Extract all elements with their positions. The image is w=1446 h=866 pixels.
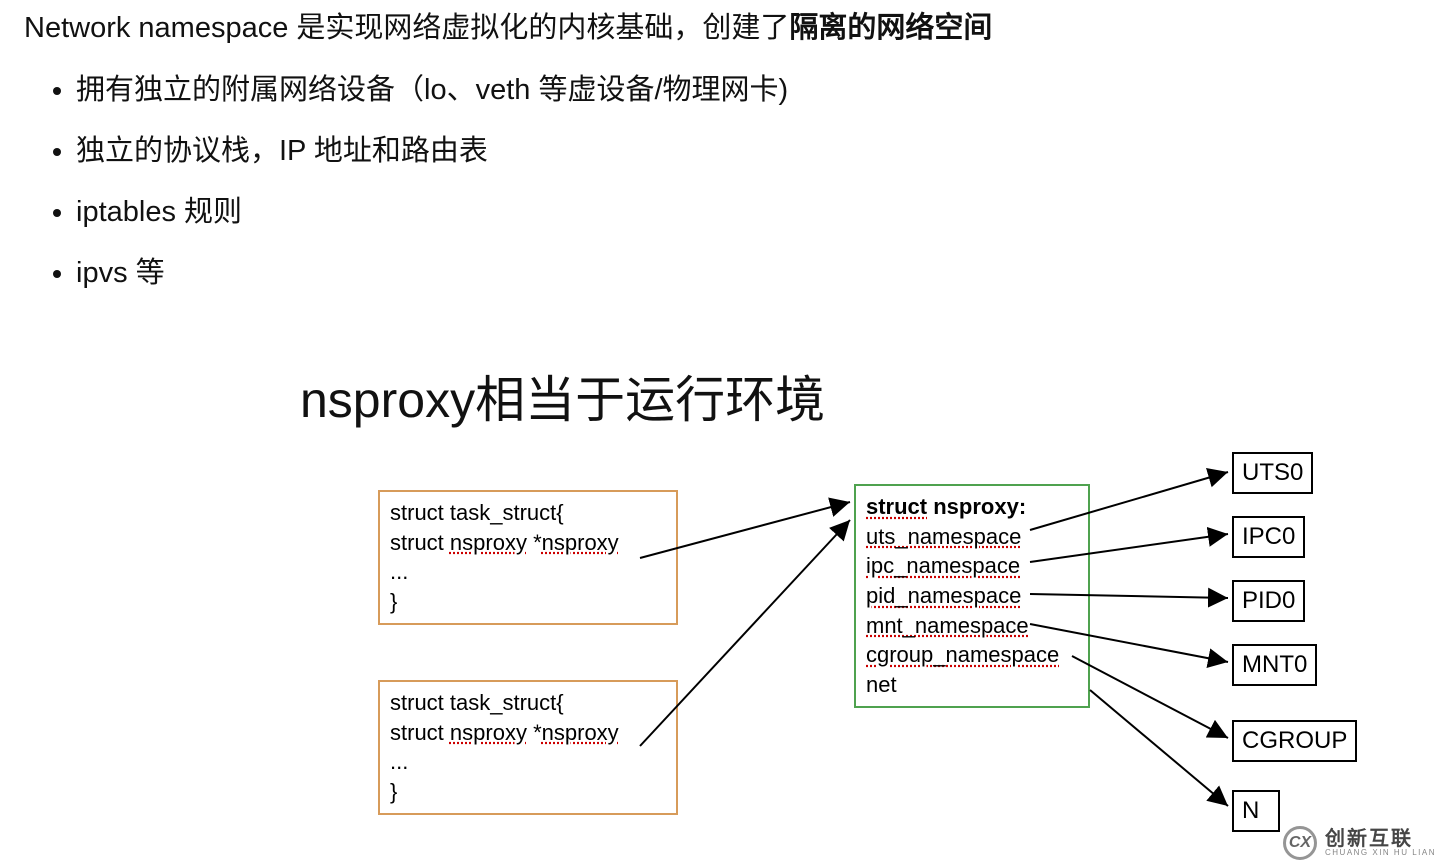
watermark-logo-icon: CX — [1283, 826, 1317, 860]
code-line: } — [390, 587, 666, 617]
diagram-title: nsproxy相当于运行环境 — [300, 360, 825, 432]
watermark-text: 创新互联 CHUANG XIN HU LIAN — [1325, 829, 1436, 857]
code-line: ... — [390, 747, 666, 777]
watermark-cn: 创新互联 — [1325, 829, 1436, 849]
ns-target-cgroup: CGROUP — [1232, 720, 1357, 762]
code-line: struct task_struct{ — [390, 688, 666, 718]
nsproxy-field: mnt_namespace — [866, 611, 1078, 641]
code-line: ... — [390, 557, 666, 587]
nsproxy-title: struct nsproxy: — [866, 492, 1078, 522]
nsproxy-field: net — [866, 670, 1078, 700]
list-item: 拥有独立的附属网络设备（lo、veth 等虚设备/物理网卡) — [76, 60, 788, 121]
code-line: struct nsproxy *nsproxy — [390, 718, 666, 748]
watermark: CX 创新互联 CHUANG XIN HU LIAN — [1283, 826, 1436, 860]
ns-target-ipc: IPC0 — [1232, 516, 1305, 558]
nsproxy-field: pid_namespace — [866, 581, 1078, 611]
task-struct-box-1: struct task_struct{ struct nsproxy *nspr… — [378, 490, 678, 625]
bullet-list: 拥有独立的附属网络设备（lo、veth 等虚设备/物理网卡) 独立的协议栈，IP… — [40, 60, 788, 304]
ns-target-pid: PID0 — [1232, 580, 1305, 622]
watermark-py: CHUANG XIN HU LIAN — [1325, 849, 1436, 857]
list-item: iptables 规则 — [76, 182, 788, 243]
list-item: ipvs 等 — [76, 243, 788, 304]
intro-lead: Network namespace 是实现网络虚拟化的内核基础，创建了 — [24, 12, 789, 44]
ns-target-net: N — [1232, 790, 1280, 832]
nsproxy-box: struct nsproxy: uts_namespace ipc_namesp… — [854, 484, 1090, 708]
intro-bold: 隔离的网络空间 — [789, 12, 992, 44]
code-line: struct nsproxy *nsproxy — [390, 528, 666, 558]
nsproxy-field: uts_namespace — [866, 522, 1078, 552]
code-line: } — [390, 777, 666, 807]
intro-line: Network namespace 是实现网络虚拟化的内核基础，创建了隔离的网络… — [24, 8, 992, 49]
nsproxy-field: cgroup_namespace — [866, 640, 1078, 670]
list-item: 独立的协议栈，IP 地址和路由表 — [76, 121, 788, 182]
task-struct-box-2: struct task_struct{ struct nsproxy *nspr… — [378, 680, 678, 815]
code-line: struct task_struct{ — [390, 498, 666, 528]
ns-target-uts: UTS0 — [1232, 452, 1313, 494]
ns-target-mnt: MNT0 — [1232, 644, 1317, 686]
nsproxy-field: ipc_namespace — [866, 551, 1078, 581]
